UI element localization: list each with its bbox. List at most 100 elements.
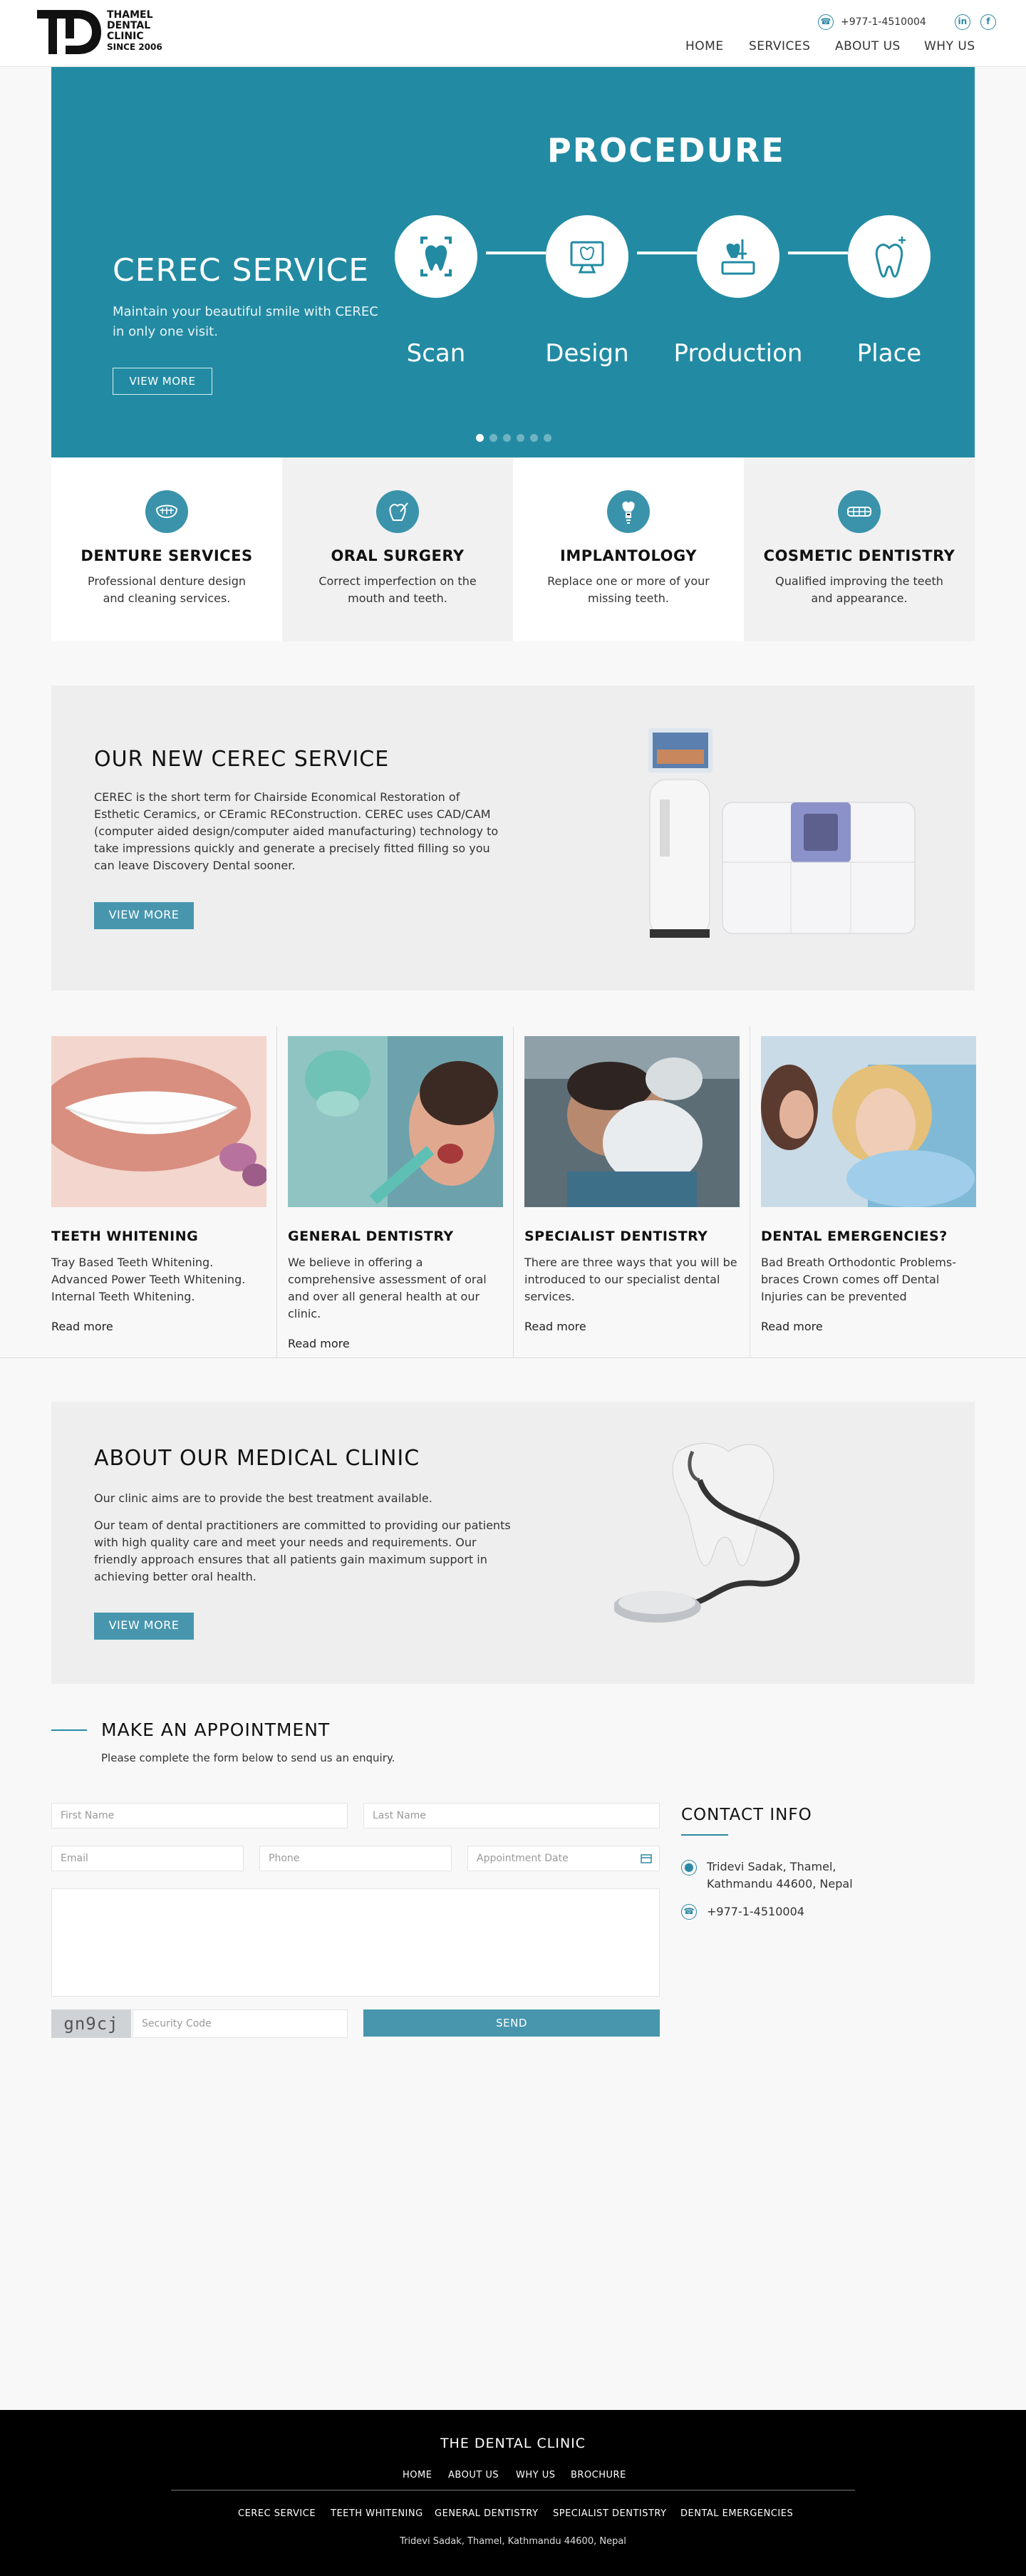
card-read-more-link[interactable]: Read more [51,1320,113,1333]
contact-accent-line [681,1834,728,1836]
card-title: DENTAL EMERGENCIES? [761,1228,948,1244]
slider-dot[interactable] [530,434,538,442]
contact-phone[interactable]: +977-1-4510004 [707,1905,804,1918]
footer-service-specialist[interactable]: SPECIALIST DENTISTRY [553,2508,667,2519]
specialist-dentistry-image[interactable] [524,1036,740,1207]
appointment-subtitle: Please complete the form below to send u… [101,1752,395,1764]
calendar-icon[interactable] [641,1853,652,1863]
last-name-input[interactable]: Last Name [363,1803,660,1828]
step-connector [788,252,848,254]
hero-view-more-button[interactable]: VIEW MORE [113,368,212,395]
clinic-name[interactable]: THAMEL DENTAL CLINIC SINCE 2006 [107,10,162,53]
appointment-date-placeholder: Appointment Date [477,1853,569,1864]
card-title: TEETH WHITENING [51,1228,199,1244]
appointment-accent-line [51,1729,87,1731]
hero-slider: CEREC SERVICE Maintain your beautiful sm… [51,67,975,457]
service-text: Professional denture design and cleaning… [87,574,247,605]
hero-subtitle: Maintain your beautiful smile with CEREC… [113,304,378,339]
dental-emergencies-image[interactable] [761,1036,976,1207]
footer-service-general[interactable]: GENERAL DENTISTRY [435,2508,539,2519]
contact-info-title: CONTACT INFO [681,1806,812,1824]
about-text-body: Our team of dental practitioners are com… [94,1519,511,1583]
service-title: DENTURE SERVICES [81,547,253,564]
facebook-icon[interactable]: f [980,14,996,30]
tooth-stethoscope-image [614,1442,800,1623]
site-header: THAMEL DENTAL CLINIC SINCE 2006 ☎ +977-1… [0,0,1026,67]
appointment-date-input[interactable]: Appointment Date [467,1846,660,1871]
production-step [697,215,779,298]
nav-why-us[interactable]: WHY US [924,39,975,53]
appointment-title: MAKE AN APPOINTMENT [101,1719,331,1740]
step-connector [637,252,697,254]
card-divider [513,1026,514,1357]
service-text: Replace one or more of your missing teet… [547,574,710,605]
footer-link-brochure[interactable]: BROCHURE [571,2470,626,2481]
about-title: ABOUT OUR MEDICAL CLINIC [94,1446,420,1471]
footer-link-home[interactable]: HOME [403,2470,432,2481]
card-title: SPECIALIST DENTISTRY [524,1228,708,1244]
slider-dot[interactable] [489,434,497,442]
email-input[interactable]: Email [51,1846,244,1871]
captcha-image: gn9cj [51,2009,131,2038]
surgery-tooth-icon [376,490,419,533]
card-text: Tray Based Teeth Whitening. Advanced Pow… [51,1256,246,1303]
linkedin-icon[interactable]: in [954,14,970,30]
clinic-logo-icon[interactable] [37,10,101,54]
card-text: We believe in offering a comprehensive a… [288,1256,487,1320]
cerec-view-more-button[interactable]: VIEW MORE [94,902,194,929]
card-read-more-link[interactable]: Read more [761,1320,823,1333]
step-label-design: Design [545,339,629,368]
hero-title: CEREC SERVICE [113,252,370,289]
service-oral-surgery[interactable]: ORAL SURGERY Correct imperfection on the… [282,457,513,641]
send-button[interactable]: SEND [363,2009,660,2037]
cerec-section: OUR NEW CEREC SERVICE CEREC is the short… [51,686,975,990]
service-denture[interactable]: DENTURE SERVICES Professional denture de… [51,457,282,641]
step-label-scan: Scan [406,339,466,368]
card-text: There are three ways that you will be in… [524,1256,737,1303]
phone-icon: ☎ [818,14,834,30]
footer-link-why-us[interactable]: WHY US [516,2470,555,2481]
braces-icon [838,490,881,533]
service-implantology[interactable]: IMPLANTOLOGY Replace one or more of your… [513,457,744,641]
nav-home[interactable]: HOME [685,39,724,53]
address-line-2: Kathmandu 44600, Nepal [707,1877,853,1890]
footer-link-about-us[interactable]: ABOUT US [448,2470,499,2481]
top-contact: ☎ +977-1-4510004 in f [818,14,996,30]
teeth-whitening-image[interactable] [51,1036,266,1207]
service-cosmetic[interactable]: COSMETIC DENTISTRY Qualified improving t… [744,457,975,641]
footer-service-emergencies[interactable]: DENTAL EMERGENCIES [680,2508,793,2519]
scan-step [395,215,477,298]
brand-since: SINCE 2006 [107,42,162,52]
card-read-more-link[interactable]: Read more [524,1320,586,1333]
slider-dot[interactable] [517,434,524,442]
about-text-intro: Our clinic aims are to provide the best … [94,1491,432,1505]
general-dentistry-image[interactable] [288,1036,503,1207]
design-step [546,215,628,298]
step-connector [486,252,546,254]
about-view-more-button[interactable]: VIEW MORE [94,1613,194,1640]
message-textarea[interactable] [51,1888,660,1997]
phone-icon: ☎ [681,1904,697,1920]
brand-line-1: THAMEL [107,9,153,21]
nav-services[interactable]: SERVICES [749,39,810,53]
first-name-input[interactable]: First Name [51,1803,348,1828]
service-text: Qualified improving the teeth and appear… [775,574,943,605]
slider-dot[interactable] [544,434,551,442]
slider-dot[interactable] [476,434,484,442]
footer-service-whitening[interactable]: TEETH WHITENING [331,2508,423,2519]
place-step [848,215,931,298]
card-divider [276,1026,277,1357]
address-line-1: Tridevi Sadak, Thamel, [707,1860,836,1873]
scan-tooth-icon [420,237,452,276]
phone-input[interactable]: Phone [259,1846,452,1871]
card-read-more-link[interactable]: Read more [288,1337,350,1350]
site-footer: THE DENTAL CLINIC HOME ABOUT US WHY US B… [0,2410,1026,2576]
brand-line-3: CLINIC [107,31,144,42]
top-phone-number[interactable]: +977-1-4510004 [841,16,926,28]
nav-about-us[interactable]: ABOUT US [835,39,901,53]
location-pin-icon: ⬤ [681,1860,697,1876]
service-title: ORAL SURGERY [331,547,465,564]
footer-service-cerec[interactable]: CEREC SERVICE [238,2508,316,2519]
security-code-input[interactable]: Security Code [133,2009,348,2038]
slider-dot[interactable] [503,434,511,442]
